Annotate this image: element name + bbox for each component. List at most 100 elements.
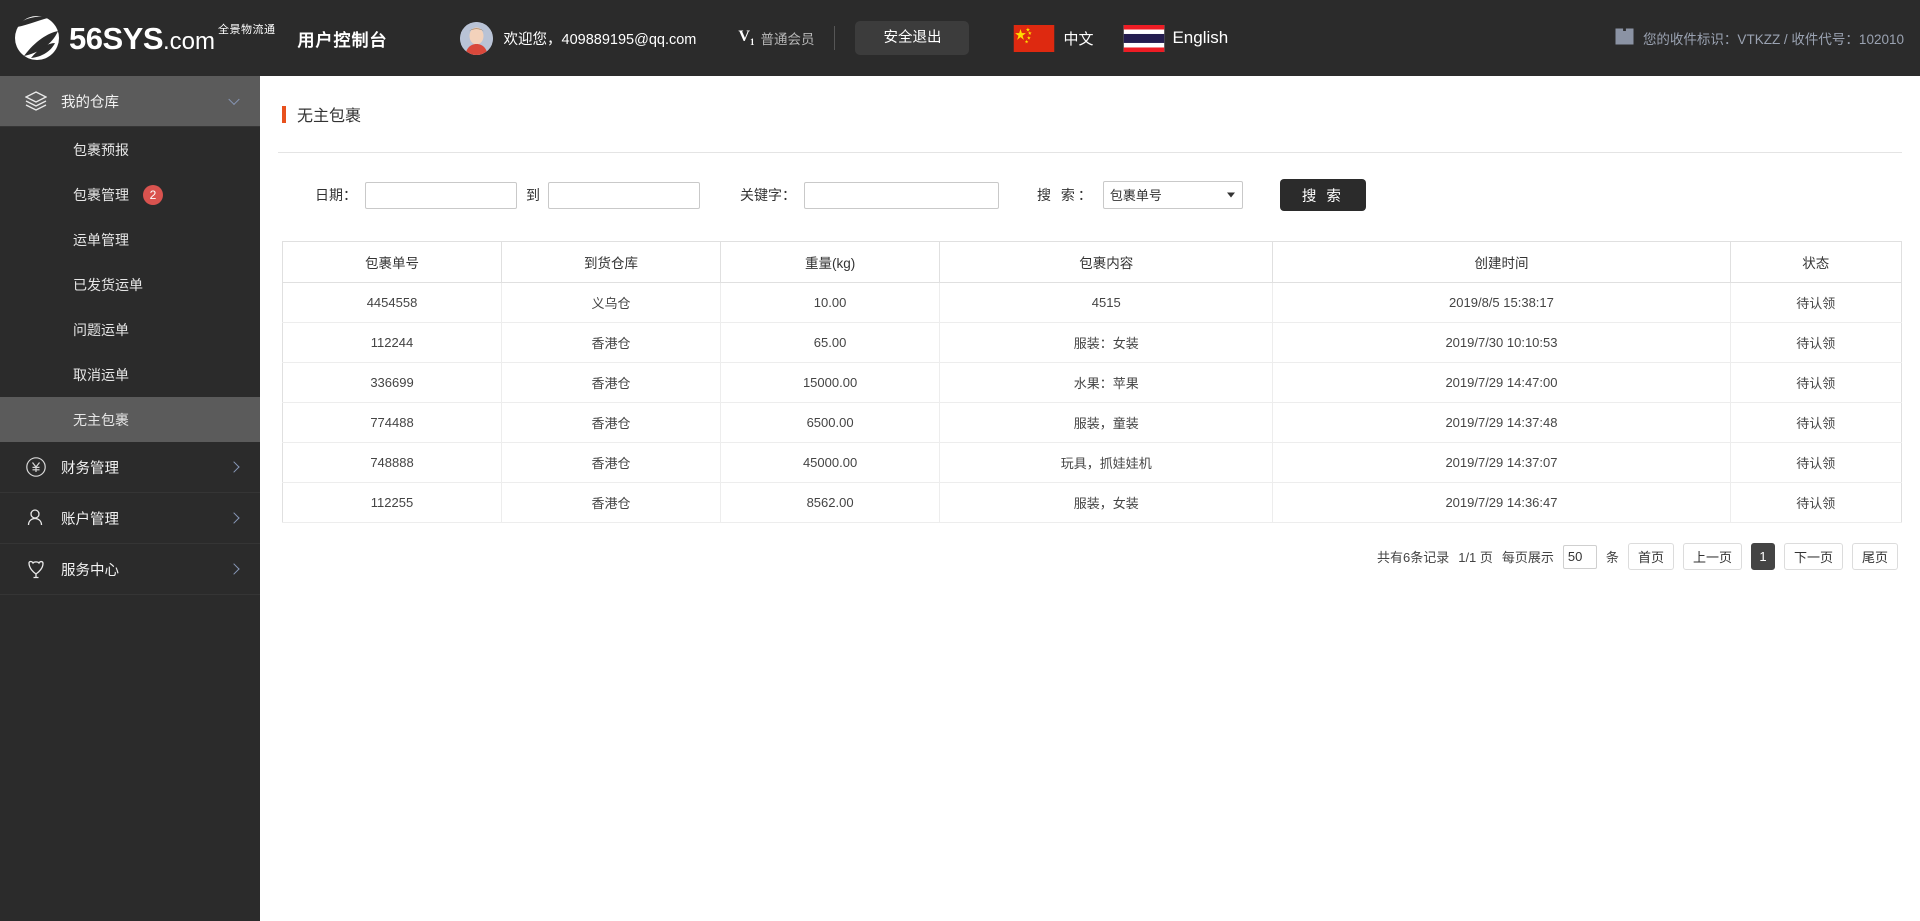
top-header: 56SYS .com 全景物流通 用户控制台 欢迎您，409889195@qq.c…	[0, 0, 1920, 76]
header-divider	[278, 152, 1902, 153]
chevron-right-icon	[228, 461, 240, 473]
table-cell: 待认领	[1729, 482, 1903, 523]
sidebar-group-account[interactable]: 账户管理	[0, 493, 260, 544]
search-by-select-wrapper: 包裹单号	[1102, 181, 1243, 209]
main-content: 无主包裹 日期： 到 关键字： 搜 索： 包裹单号 搜 索 包裹单号 到货仓库 重量…	[260, 76, 1920, 921]
table-row[interactable]: 112255 香港仓 8562.00 服装，女装 2019/7/29 14:36:47 待…	[281, 482, 1903, 523]
table-row[interactable]: 336699 香港仓 15000.00 水果：苹果 2019/7/29 14:47:00…	[281, 362, 1903, 403]
membership-label: 普通会员	[760, 32, 815, 47]
table-column-header: 状态	[1729, 241, 1903, 283]
sidebar-item-label: 包裹预报	[73, 141, 129, 158]
table-cell: 玩具，抓娃娃机	[939, 442, 1274, 483]
sidebar-item-shipped-waybill[interactable]: 已发货运单	[0, 262, 260, 307]
page-indicator-text: 1/1 页	[1458, 550, 1493, 565]
logo-text-cn: 全景物流通	[218, 23, 276, 36]
date-to-input[interactable]	[548, 181, 700, 209]
status-badge: 2	[143, 184, 163, 205]
packages-table: 包裹单号 到货仓库 重量(kg) 包裹内容 创建时间 状态 4454558 义乌仓 10.00…	[281, 241, 1903, 523]
sidebar-group-service-center[interactable]: 服务中心	[0, 544, 260, 595]
user-icon	[25, 507, 47, 529]
table-row[interactable]: 4454558 义乌仓 10.00 4515 2019/8/5 15:38:17 待认领	[281, 282, 1903, 323]
header-divider	[834, 26, 836, 50]
table-cell: 香港仓	[501, 322, 722, 363]
sidebar-item-label: 运单管理	[73, 231, 129, 248]
table-cell: 香港仓	[501, 442, 722, 483]
sidebar-group-finance[interactable]: 财务管理	[0, 442, 260, 493]
lang-switch-en[interactable]: English	[1123, 24, 1228, 52]
logout-button[interactable]: 安全退出	[855, 21, 970, 55]
table-cell: 2019/7/29 14:36:47	[1272, 482, 1731, 523]
box-icon	[1615, 28, 1634, 48]
yen-icon	[25, 456, 47, 478]
welcome-text: 欢迎您，409889195@qq.com	[503, 31, 697, 48]
sidebar-item-problem-waybill[interactable]: 问题运单	[0, 307, 260, 352]
layers-icon	[25, 90, 47, 112]
sidebar-group-label: 我的仓库	[61, 94, 119, 111]
chevron-right-icon	[228, 512, 240, 524]
table-row[interactable]: 748888 香港仓 45000.00 玩具，抓娃娃机 2019/7/29 14:37:…	[281, 442, 1903, 483]
sidebar-group-label: 服务中心	[61, 562, 119, 579]
sidebar-item-package-management[interactable]: 包裹管理 2	[0, 172, 260, 217]
page-number-button-1[interactable]: 1	[1750, 543, 1775, 570]
sidebar-item-package-forecast[interactable]: 包裹预报	[0, 127, 260, 172]
sidebar-item-cancelled-waybill[interactable]: 取消运单	[0, 352, 260, 397]
keyword-label: 关键字：	[740, 187, 796, 203]
per-page-label: 每页展示	[1501, 550, 1554, 565]
table-column-header: 包裹内容	[939, 241, 1274, 283]
table-cell: 待认领	[1729, 442, 1903, 483]
per-page-unit: 条	[1605, 550, 1619, 565]
vip-icon: V1	[738, 28, 755, 48]
table-cell: 2019/8/5 15:38:17	[1272, 282, 1731, 323]
date-to-label: 到	[526, 187, 540, 203]
page-title-text: 无主包裹	[297, 108, 362, 125]
table-row[interactable]: 774488 香港仓 6500.00 服装，童装 2019/7/29 14:37:48 待…	[281, 402, 1903, 443]
table-header-row: 包裹单号 到货仓库 重量(kg) 包裹内容 创建时间 状态	[281, 241, 1903, 283]
table-column-header: 包裹单号	[281, 241, 503, 283]
avatar[interactable]	[459, 21, 493, 55]
table-body: 4454558 义乌仓 10.00 4515 2019/8/5 15:38:17 待认领 1…	[281, 282, 1903, 523]
sidebar: 我的仓库 包裹预报 包裹管理 2 运单管理 已发货运单 问题运单 取消运单 无主…	[0, 76, 260, 921]
page-title: 无主包裹	[282, 102, 1920, 126]
logo-text-dotcom: .com	[163, 27, 216, 55]
chevron-down-icon	[228, 93, 240, 106]
membership-badge: V1 普通会员	[738, 28, 814, 48]
table-cell: 香港仓	[501, 482, 722, 523]
table-cell: 4515	[939, 282, 1274, 323]
china-flag-icon	[1013, 24, 1055, 52]
table-cell: 6500.00	[720, 402, 941, 443]
packages-table-wrapper: 包裹单号 到货仓库 重量(kg) 包裹内容 创建时间 状态 4454558 义乌仓 10.00…	[281, 241, 1903, 523]
table-cell: 336699	[281, 362, 503, 403]
sidebar-item-waybill-management[interactable]: 运单管理	[0, 217, 260, 262]
prev-page-button[interactable]: 上一页	[1682, 543, 1742, 570]
brand-logo[interactable]: 56SYS .com 全景物流通	[14, 15, 276, 61]
lang-switch-zh[interactable]: 中文	[1013, 24, 1094, 52]
keyword-input[interactable]	[804, 181, 999, 209]
table-cell: 服装，童装	[939, 402, 1274, 443]
search-button[interactable]: 搜 索	[1279, 179, 1366, 211]
last-page-button[interactable]: 尾页	[1851, 543, 1898, 570]
sidebar-group-label: 账户管理	[61, 511, 119, 528]
sidebar-group-my-warehouse[interactable]: 我的仓库	[0, 76, 260, 127]
lang-label-zh: 中文	[1063, 30, 1094, 48]
table-column-header: 重量(kg)	[720, 241, 941, 283]
table-cell: 香港仓	[501, 362, 722, 403]
sidebar-item-unclaimed-packages[interactable]: 无主包裹	[0, 397, 260, 442]
sidebar-item-label: 包裹管理	[73, 186, 129, 203]
sidebar-item-label: 取消运单	[73, 366, 129, 383]
search-by-select[interactable]: 包裹单号	[1102, 181, 1243, 209]
thailand-flag-icon	[1123, 24, 1165, 52]
table-column-header: 到货仓库	[501, 241, 722, 283]
table-row[interactable]: 112244 香港仓 65.00 服装：女装 2019/7/30 10:10:53 待认领	[281, 322, 1903, 363]
first-page-button[interactable]: 首页	[1627, 543, 1674, 570]
chevron-right-icon	[228, 563, 240, 575]
table-cell: 2019/7/30 10:10:53	[1272, 322, 1731, 363]
date-label: 日期：	[315, 187, 357, 203]
table-cell: 8562.00	[720, 482, 941, 523]
per-page-input[interactable]	[1562, 544, 1597, 569]
page-title-accent-bar	[282, 105, 286, 123]
sidebar-item-label: 问题运单	[73, 321, 129, 338]
receiver-info-text: 您的收件标识：VTKZZ / 收件代号：102010	[1642, 32, 1904, 47]
next-page-button[interactable]: 下一页	[1783, 543, 1843, 570]
date-from-input[interactable]	[365, 181, 517, 209]
table-cell: 待认领	[1729, 322, 1903, 363]
